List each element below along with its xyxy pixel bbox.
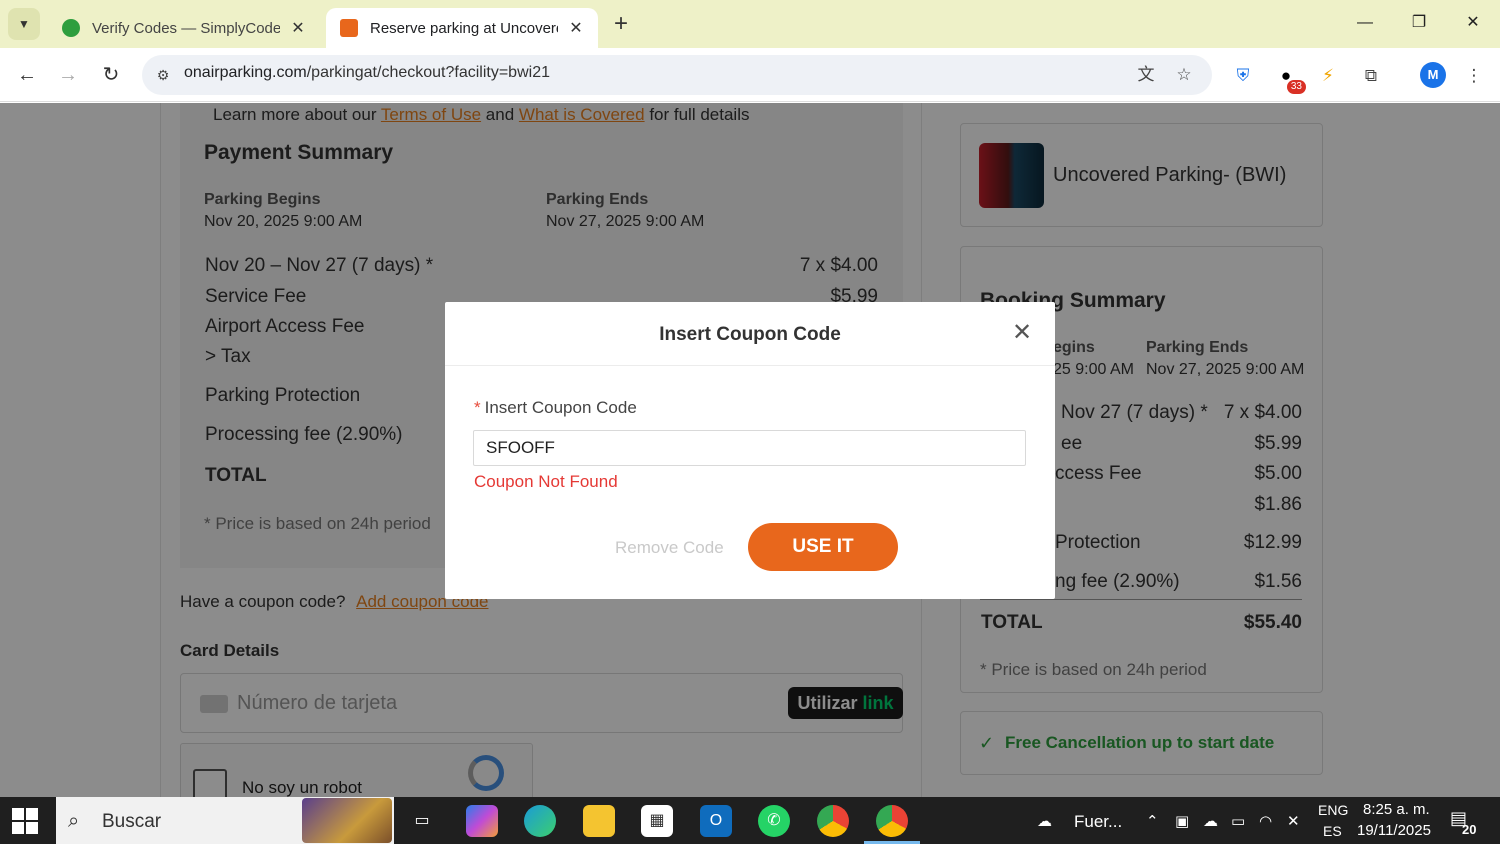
tab-title: Reserve parking at Uncovered P	[370, 19, 558, 37]
clock-time[interactable]: 8:25 a. m.	[1363, 801, 1430, 818]
chat-extension-icon[interactable]: ● 33	[1272, 62, 1306, 94]
microsoft-store-icon[interactable]: ▦	[641, 805, 673, 837]
weather-text[interactable]: Fuer...	[1074, 812, 1122, 832]
extensions-puzzle-icon[interactable]: ⧉	[1357, 62, 1385, 90]
coupon-field-label: * Insert Coupon Code	[474, 398, 637, 417]
back-arrow-icon[interactable]: ←	[12, 60, 42, 90]
bookmark-star-icon[interactable]: ☆	[1171, 62, 1197, 88]
profile-avatar[interactable]: M	[1420, 62, 1446, 88]
show-hidden-icons-icon[interactable]: ⌃	[1146, 812, 1159, 830]
close-window-icon[interactable]: ✕	[1453, 8, 1493, 38]
onairparking-favicon-icon	[340, 19, 358, 37]
coupon-modal: Insert Coupon Code ✕ * Insert Coupon Code…	[445, 302, 1055, 599]
language-line-1[interactable]: ENG	[1318, 802, 1348, 818]
tab-search-chevron-icon[interactable]: ▼	[8, 8, 40, 40]
notifications-count: 20	[1462, 822, 1477, 837]
search-icon: ⌕	[68, 810, 80, 832]
reload-icon[interactable]: ↻	[96, 60, 126, 90]
file-explorer-icon[interactable]	[583, 805, 615, 837]
meet-icon[interactable]: ▣	[1175, 812, 1189, 830]
translate-icon[interactable]: 文	[1133, 62, 1159, 88]
simplycodes-extension-icon[interactable]: ⚡	[1314, 62, 1342, 90]
tab-simplycodes[interactable]: Verify Codes — SimplyCodes ✕	[48, 8, 320, 48]
modal-title: Insert Coupon Code	[659, 324, 841, 345]
close-icon[interactable]: ✕	[1011, 321, 1033, 345]
clock-date[interactable]: 19/11/2025	[1357, 822, 1431, 839]
new-tab-plus-icon[interactable]: +	[606, 10, 636, 40]
close-tab-icon[interactable]: ✕	[290, 18, 306, 38]
copilot-icon[interactable]	[466, 805, 498, 837]
simplycodes-favicon-icon	[62, 19, 80, 37]
minimize-icon[interactable]: —	[1345, 8, 1385, 38]
weather-icon[interactable]: ☁	[1037, 812, 1052, 830]
search-highlight-image[interactable]	[302, 798, 392, 843]
chrome-icon[interactable]	[817, 805, 849, 837]
edge-icon[interactable]	[524, 805, 556, 837]
onedrive-icon[interactable]: ☁	[1203, 812, 1218, 830]
battery-icon[interactable]: ▭	[1231, 812, 1245, 830]
close-tab-icon[interactable]: ✕	[568, 18, 584, 38]
wifi-icon[interactable]: ◠	[1259, 812, 1272, 830]
site-settings-icon[interactable]: ⚙	[150, 62, 176, 88]
volume-mute-icon[interactable]: ✕	[1287, 812, 1300, 830]
use-it-button[interactable]: USE IT	[748, 523, 898, 571]
whatsapp-icon[interactable]: ✆	[758, 805, 790, 837]
windows-start-icon[interactable]	[12, 808, 38, 834]
menu-dots-icon[interactable]: ⋮	[1460, 62, 1488, 90]
restore-icon[interactable]: ❐	[1399, 8, 1439, 38]
forward-arrow-icon[interactable]: →	[53, 60, 83, 90]
taskbar-search-placeholder: Buscar	[102, 811, 162, 832]
outlook-icon[interactable]: O	[700, 805, 732, 837]
coupon-input[interactable]	[473, 430, 1026, 466]
tab-onairparking[interactable]: Reserve parking at Uncovered P ✕	[326, 8, 598, 48]
chrome-active-icon[interactable]	[876, 805, 908, 837]
remove-code-button[interactable]: Remove Code	[615, 538, 724, 558]
url-text[interactable]: onairparking.com/parkingat/checkout?faci…	[184, 64, 550, 82]
task-view-icon[interactable]: ▭	[406, 805, 438, 837]
language-line-2[interactable]: ES	[1323, 823, 1342, 839]
shield-extension-icon[interactable]: ⛨	[1229, 62, 1257, 90]
tab-title: Verify Codes — SimplyCodes	[92, 19, 280, 37]
coupon-error-text: Coupon Not Found	[474, 472, 618, 491]
required-asterisk: *	[474, 398, 481, 417]
